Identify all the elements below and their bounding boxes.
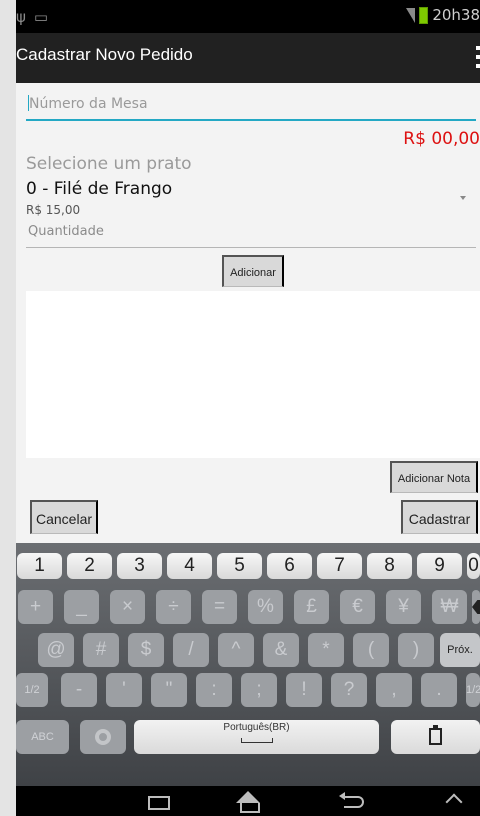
hide-keyboard-icon[interactable] [445,793,463,811]
order-items-list [26,291,480,458]
key-yen[interactable]: ¥ [386,590,421,624]
screen-left-margin [0,0,16,816]
screen-title: Cadastrar Novo Pedido [16,45,193,64]
keyboard-language-label: Português(BR) [223,722,290,733]
cancel-button[interactable]: Cancelar [30,500,98,534]
key-page-toggle-left[interactable]: 1/2 [16,673,48,707]
key-close-paren[interactable]: ) [398,633,434,667]
key-colon[interactable]: : [196,673,232,707]
app-screen: ψ ▭ 20h38 Cadastrar Novo Pedido Número d… [16,0,480,816]
space-key[interactable]: Português(BR) [134,720,379,754]
status-right: 20h38 [406,6,480,24]
key-won[interactable]: ₩ [432,590,467,624]
table-number-placeholder: Número da Mesa [29,96,148,112]
signal-icon [406,7,416,23]
key-percent[interactable]: % [248,590,283,624]
key-caret[interactable]: ^ [218,633,254,667]
key-9[interactable]: 9 [417,553,462,579]
key-equals[interactable]: = [202,590,237,624]
soft-keyboard: 1 2 3 4 5 6 7 8 9 0 + _ × ÷ = % £ € ¥ ₩ … [16,543,480,786]
clipboard-key[interactable] [391,720,480,754]
key-apostrophe[interactable]: ' [106,673,142,707]
key-hash[interactable]: # [83,633,119,667]
key-6[interactable]: 6 [267,553,312,579]
backspace-key[interactable] [472,590,480,624]
key-1[interactable]: 1 [17,553,62,579]
key-5[interactable]: 5 [217,553,262,579]
key-7[interactable]: 7 [317,553,362,579]
dish-price: R$ 15,00 [26,203,81,217]
key-8[interactable]: 8 [367,553,412,579]
key-comma[interactable]: , [376,673,412,707]
key-pound[interactable]: £ [294,590,329,624]
keyboard-settings-key[interactable] [80,720,126,754]
backspace-icon [472,600,480,614]
key-semicolon[interactable]: ; [241,673,277,707]
key-2[interactable]: 2 [67,553,112,579]
action-bar: Cadastrar Novo Pedido [16,33,480,83]
quantity-input[interactable]: Quantidade [26,224,476,248]
key-3[interactable]: 3 [117,553,162,579]
recent-apps-icon[interactable] [148,796,170,810]
status-left-icons: ψ ▭ [16,8,48,26]
abc-key[interactable]: ABC [16,720,69,754]
key-0[interactable]: 0 [467,553,480,579]
key-multiply[interactable]: × [110,590,145,624]
keyboard-icon: ▭ [33,8,49,26]
home-icon[interactable] [236,791,260,813]
key-dollar[interactable]: $ [128,633,164,667]
key-at[interactable]: @ [38,633,74,667]
order-total: R$ 00,00 [403,129,480,149]
dropdown-arrow-icon[interactable] [460,196,466,200]
add-button[interactable]: Adicionar [222,255,284,287]
space-icon [240,738,273,743]
key-underscore[interactable]: _ [64,590,99,624]
key-open-paren[interactable]: ( [353,633,389,667]
key-divide[interactable]: ÷ [156,590,191,624]
key-quote[interactable]: " [151,673,187,707]
submit-button[interactable]: Cadastrar [401,500,478,534]
clipboard-icon [429,725,442,745]
key-ampersand[interactable]: & [263,633,299,667]
key-period[interactable]: . [421,673,457,707]
key-euro[interactable]: € [340,590,375,624]
usb-icon: ψ [16,8,26,26]
add-note-button[interactable]: Adicionar Nota [390,461,478,493]
back-icon[interactable] [339,792,364,808]
navigation-bar [16,786,480,816]
status-time: 20h38 [432,6,480,24]
key-minus[interactable]: - [61,673,97,707]
overflow-menu-icon[interactable] [476,46,480,68]
key-slash[interactable]: / [173,633,209,667]
table-number-input[interactable]: Número da Mesa [26,93,476,121]
status-bar: ψ ▭ 20h38 [16,0,480,33]
key-asterisk[interactable]: * [308,633,344,667]
battery-icon [419,6,429,24]
gear-icon [95,729,111,745]
dish-spinner[interactable]: 0 - Filé de Frango [26,179,172,199]
key-4[interactable]: 4 [167,553,212,579]
next-key[interactable]: Próx. [440,633,480,667]
key-question[interactable]: ? [331,673,367,707]
select-dish-label: Selecione um prato [26,154,192,174]
key-plus[interactable]: + [18,590,53,624]
key-exclamation[interactable]: ! [286,673,322,707]
key-page-toggle-right[interactable]: 1/2 [466,673,480,707]
